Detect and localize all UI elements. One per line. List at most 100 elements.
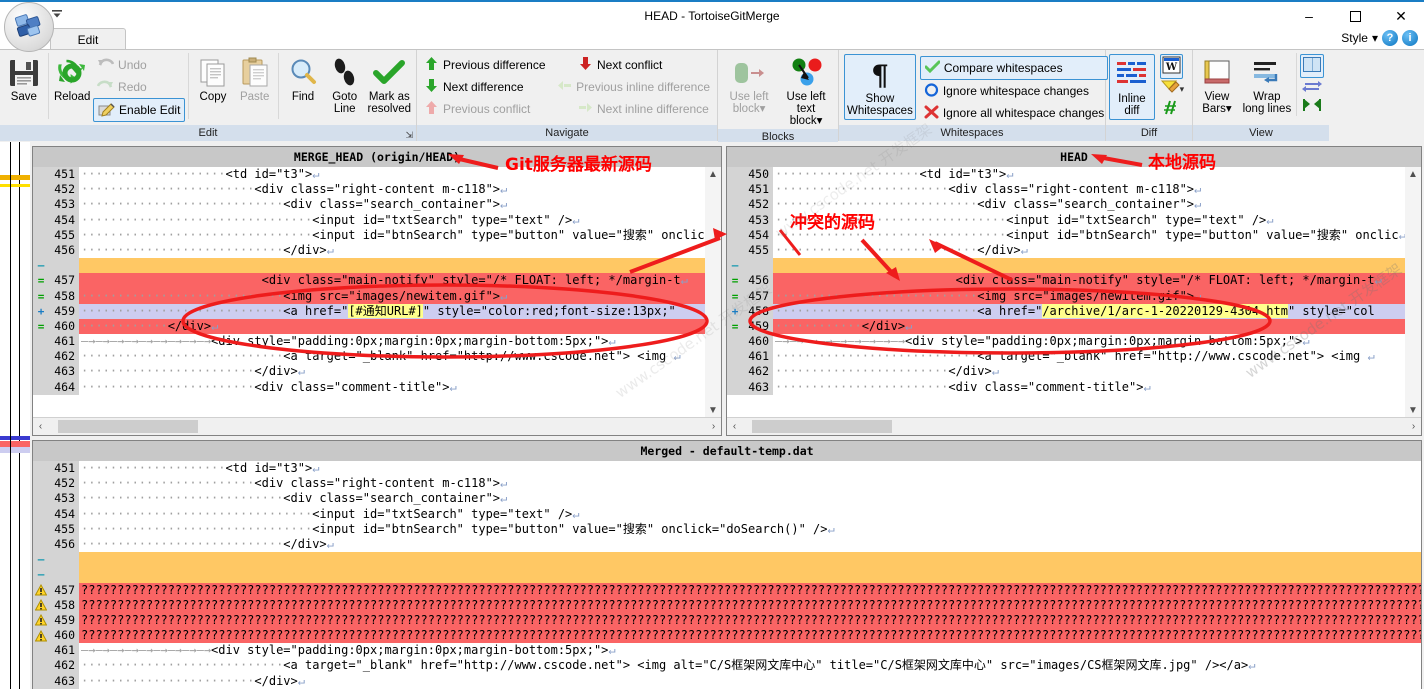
code-line[interactable]: 456 ····························</div>↵: [33, 536, 1421, 553]
line-text[interactable]: ························</div>↵: [773, 364, 1405, 379]
line-marker[interactable]: =: [33, 318, 49, 335]
code-line[interactable]: +458 ····························<a href=…: [727, 303, 1405, 319]
close-button[interactable]: ✕: [1378, 2, 1424, 30]
help-icon[interactable]: ?: [1382, 30, 1398, 46]
previous-difference-button[interactable]: Previous difference: [420, 54, 574, 76]
code-line[interactable]: 464 ························<div class="c…: [33, 379, 705, 395]
line-marker[interactable]: [33, 673, 49, 689]
line-text[interactable]: ····························<a href="/ar…: [773, 303, 1405, 319]
line-marker[interactable]: [33, 334, 49, 350]
code-line[interactable]: = 458 ····························<img src…: [33, 288, 705, 304]
code-line[interactable]: 463 ························</div>↵: [33, 364, 705, 380]
line-text[interactable]: ????????????????????????????????????????…: [79, 598, 1421, 613]
code-line[interactable]: = 457 ····························<img src…: [727, 288, 1405, 304]
line-marker[interactable]: [33, 197, 49, 213]
line-marker[interactable]: –: [33, 552, 49, 568]
code-line[interactable]: –: [33, 567, 1421, 583]
line-text[interactable]: ····················<td id="t3">↵: [79, 167, 705, 182]
line-marker[interactable]: [33, 227, 49, 243]
line-marker[interactable]: [33, 476, 49, 492]
application-menu-button[interactable]: [4, 2, 54, 52]
code-line[interactable]: 452 ····························<div clas…: [727, 197, 1405, 213]
line-text[interactable]: ····························</div>↵: [79, 537, 1421, 552]
line-text[interactable]: ································<input i…: [773, 213, 1405, 228]
code-line[interactable]: 461 ····························<a target…: [727, 349, 1405, 365]
line-marker[interactable]: [33, 658, 49, 674]
ignore-whitespace-changes-button[interactable]: Ignore whitespace changes: [920, 80, 1108, 102]
find-button[interactable]: Find: [282, 53, 324, 105]
line-marker[interactable]: –: [727, 258, 743, 274]
use-left-text-block-button[interactable]: Use left text block▾: [777, 53, 835, 129]
line-text[interactable]: ····························<img src="im…: [79, 289, 705, 304]
scroll-right-arrow-icon[interactable]: ›: [706, 421, 721, 432]
line-text[interactable]: ····························</div>↵: [79, 243, 705, 258]
chevron-down-icon[interactable]: ▾: [1180, 84, 1185, 95]
line-marker[interactable]: [33, 582, 49, 598]
line-marker[interactable]: [727, 364, 743, 380]
line-text[interactable]: ····························<div class="…: [773, 197, 1405, 212]
code-line[interactable]: 456 ····························</div>↵: [33, 242, 705, 259]
info-icon[interactable]: i: [1402, 30, 1418, 46]
line-marker[interactable]: [33, 349, 49, 365]
code-line[interactable]: 458?????????????????????????????????????…: [33, 597, 1421, 613]
line-marker[interactable]: [727, 182, 743, 198]
line-text[interactable]: <div class="main-notify" style="/* FLOAT…: [79, 273, 705, 288]
pane-head-vscrollbar[interactable]: ▲ ▼: [1405, 167, 1421, 418]
code-line[interactable]: 450 ····················<td id="t3">↵: [727, 167, 1405, 183]
line-marker[interactable]: [727, 349, 743, 365]
scroll-left-arrow-icon[interactable]: ‹: [33, 421, 48, 432]
line-marker[interactable]: [33, 212, 49, 228]
line-marker[interactable]: –: [33, 258, 49, 274]
line-marker[interactable]: [33, 461, 49, 477]
tab-edit[interactable]: Edit: [50, 28, 126, 51]
code-line[interactable]: 460 —→—→—→—→—→—→—→—→—→<div style="padding…: [727, 334, 1405, 350]
ignore-all-whitespace-changes-button[interactable]: Ignore all whitespace changes: [920, 102, 1108, 124]
code-line[interactable]: 451 ····················<td id="t3">↵: [33, 167, 705, 183]
line-marker[interactable]: [33, 182, 49, 198]
code-line[interactable]: 455 ································<inpu…: [33, 227, 705, 243]
line-text[interactable]: ····················<td id="t3">↵: [773, 167, 1405, 182]
line-text[interactable]: ············</div>↵: [773, 319, 1405, 334]
code-line[interactable]: 461 —→—→—→—→—→—→—→—→—→<div style="padding…: [33, 334, 705, 350]
code-line[interactable]: 452 ························<div class="r…: [33, 476, 1421, 492]
line-marker[interactable]: [727, 242, 743, 259]
code-line[interactable]: –: [33, 258, 705, 274]
swap-views-button[interactable]: [1302, 78, 1323, 97]
mark-resolved-button[interactable]: Mark as resolved: [366, 53, 413, 117]
line-text[interactable]: ································<input i…: [79, 228, 705, 243]
highlight-pen-button[interactable]: ▾: [1160, 79, 1185, 99]
code-line[interactable]: 462 ····························<a target…: [33, 349, 705, 365]
scroll-right-arrow-icon[interactable]: ›: [1406, 421, 1421, 432]
pane-merged-code[interactable]: 451 ····················<td id="t3">↵ 452 ·…: [33, 461, 1421, 689]
code-line[interactable]: 462 ····························<a target…: [33, 658, 1421, 674]
line-text[interactable]: [79, 258, 705, 273]
compare-whitespaces-button[interactable]: Compare whitespaces: [919, 56, 1109, 80]
dialog-launcher-icon[interactable]: ⇲: [405, 127, 413, 143]
line-marker[interactable]: [33, 364, 49, 380]
code-line[interactable]: 453 ································<inpu…: [727, 212, 1405, 228]
copy-button[interactable]: Copy: [192, 53, 234, 105]
line-text[interactable]: ····························<a target="_…: [79, 349, 705, 364]
line-text[interactable]: —→—→—→—→—→—→—→—→—→<div style="padding:0p…: [79, 643, 1421, 658]
line-marker[interactable]: =: [727, 288, 743, 304]
scroll-left-arrow-icon[interactable]: ‹: [727, 421, 742, 432]
pane-head-code[interactable]: 450 ····················<td id="t3">↵ 451 ·…: [727, 167, 1405, 418]
line-text[interactable]: ························<div class="comm…: [773, 380, 1405, 395]
line-marker[interactable]: [33, 521, 49, 537]
line-text[interactable]: ····························<a target="_…: [773, 349, 1405, 364]
collapse-button[interactable]: [1302, 97, 1322, 116]
scroll-up-arrow-icon[interactable]: ▲: [1408, 167, 1418, 182]
line-marker[interactable]: [33, 643, 49, 659]
line-text[interactable]: [79, 567, 1421, 582]
code-line[interactable]: = 456 <div class="main-notify" style="/* …: [727, 273, 1405, 289]
line-marker[interactable]: [727, 212, 743, 228]
line-marker[interactable]: =: [33, 273, 49, 289]
line-marker[interactable]: [33, 242, 49, 259]
line-text[interactable]: ····························</div>↵: [773, 243, 1405, 258]
line-marker[interactable]: +: [33, 303, 49, 319]
code-line[interactable]: 459?????????????????????????????????????…: [33, 612, 1421, 629]
line-text[interactable]: ············</div>↵: [79, 319, 705, 334]
save-button[interactable]: Save: [3, 53, 45, 105]
enable-edit-button[interactable]: Enable Edit: [93, 98, 186, 122]
pane-head-hscrollbar[interactable]: ‹ ›: [727, 417, 1421, 435]
